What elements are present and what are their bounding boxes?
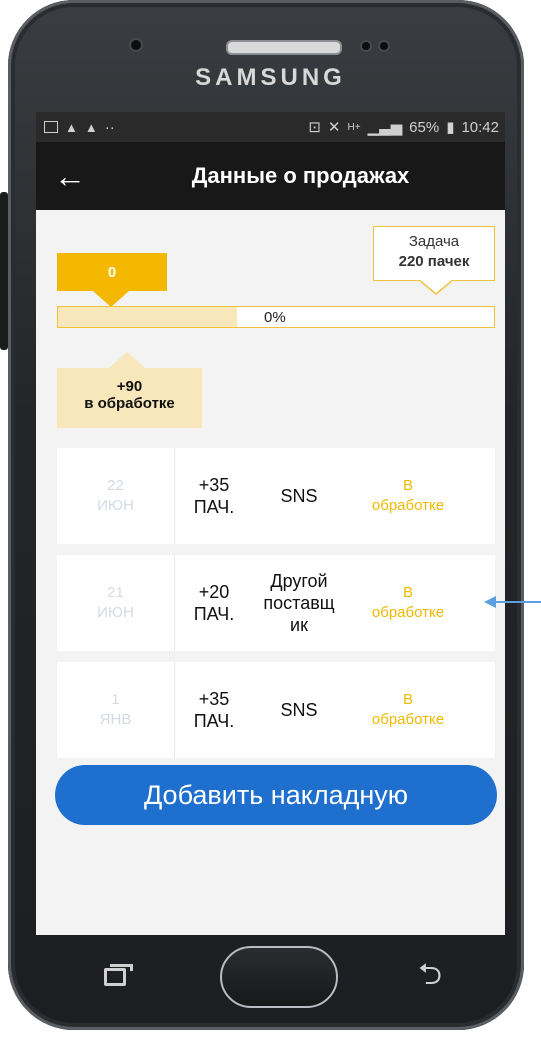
progress-percent: 0% — [264, 309, 286, 326]
amount-cell: +35 ПАЧ. — [179, 474, 249, 518]
more-icon: ·· — [104, 118, 115, 136]
app-bar: ← Данные о продажах — [36, 142, 505, 210]
amount-unit: ПАЧ. — [193, 604, 235, 624]
amount-unit: ПАЧ. — [193, 711, 235, 731]
current-count-flag: 0 — [57, 253, 167, 307]
annotation-arrow — [494, 601, 541, 603]
status-text: В — [402, 584, 413, 601]
cast-icon: ⊡ — [308, 119, 321, 136]
supplier-cell: SNS — [280, 486, 318, 506]
supplier-cell: Другой поставщ ик — [249, 570, 349, 636]
system-icons: ⊡ ✕ H+ ▁▃▅ 65% ▮ 10:42 — [308, 118, 499, 137]
list-item[interactable]: 22 ИЮН +35 ПАЧ. SNS В обработке — [57, 448, 495, 544]
brand-logo: SAMSUNG — [195, 64, 346, 91]
status-text: обработке — [371, 497, 445, 514]
add-invoice-button[interactable]: Добавить накладную — [55, 765, 497, 825]
status-cell: В обработке — [349, 476, 467, 516]
amount-value: +20 — [198, 582, 230, 602]
sales-content: 0 Задача 220 пачек 0% +90 в обработке 22… — [36, 210, 505, 935]
pending-value: +90 — [116, 378, 143, 395]
date-month: ИЮН — [97, 497, 134, 514]
image-icon — [44, 121, 58, 133]
date-month: ЯНВ — [99, 711, 132, 728]
amount-cell: +35 ПАЧ. — [179, 688, 249, 732]
date-day: 1 — [111, 691, 120, 708]
notification-icons: ▲ ▲ ·· — [44, 119, 115, 136]
mute-icon: ✕ — [327, 119, 341, 136]
supplier-text: ик — [290, 615, 308, 635]
pending-box: +90 в обработке — [57, 352, 202, 428]
annotation-arrow-head — [484, 596, 496, 608]
status-text: В — [402, 691, 413, 708]
supplier-text: Другой — [270, 571, 328, 591]
volume-button — [0, 192, 8, 350]
date-cell: 21 ИЮН — [57, 555, 175, 651]
battery-icon: ▮ — [446, 119, 455, 136]
date-day: 21 — [107, 584, 124, 601]
status-cell: В обработке — [349, 690, 467, 730]
amount-cell: +20 ПАЧ. — [179, 581, 249, 625]
date-cell: 22 ИЮН — [57, 448, 175, 544]
list-item[interactable]: 1 ЯНВ +35 ПАЧ. SNS В обработке — [57, 662, 495, 758]
front-camera — [131, 40, 141, 50]
date-day: 22 — [107, 477, 124, 494]
status-text: обработке — [371, 711, 445, 728]
amount-unit: ПАЧ. — [193, 497, 235, 517]
bell-icon: ▲ — [65, 119, 78, 135]
goal-box: Задача 220 пачек — [373, 226, 495, 295]
amount-value: +35 — [198, 689, 230, 709]
list-item[interactable]: 21 ИЮН +20 ПАЧ. Другой поставщ ик В обра… — [57, 555, 495, 651]
goal-value: 220 пачек — [398, 253, 470, 270]
supplier-text: поставщ — [263, 593, 335, 613]
battery-percent: 65% — [409, 118, 440, 136]
bell-icon: ▲ — [84, 119, 98, 135]
page-title: Данные о продажах — [191, 163, 410, 188]
sensor-dot — [380, 42, 388, 50]
network-type: H+ — [347, 121, 361, 133]
progress-bar: 0% — [57, 306, 495, 328]
earpiece-speaker — [226, 40, 342, 55]
status-text: В — [402, 477, 413, 494]
status-bar: ▲ ▲ ·· ⊡ ✕ H+ ▁▃▅ 65% ▮ 10:42 — [36, 112, 505, 142]
date-month: ИЮН — [97, 604, 134, 621]
status-text: обработке — [371, 604, 445, 621]
sensor-dot — [362, 42, 370, 50]
amount-value: +35 — [198, 475, 230, 495]
supplier-cell: SNS — [280, 700, 318, 720]
progress-fill — [58, 307, 237, 327]
clock: 10:42 — [461, 118, 499, 136]
screen: ▲ ▲ ·· ⊡ ✕ H+ ▁▃▅ 65% ▮ 10:42 ← Данные о… — [36, 112, 505, 935]
signal-icon: ▁▃▅ — [367, 119, 403, 136]
back-icon[interactable]: ⮌ — [418, 960, 442, 990]
home-button[interactable] — [220, 946, 338, 1008]
status-cell: В обработке — [349, 583, 467, 623]
date-cell: 1 ЯНВ — [57, 662, 175, 758]
recent-apps-icon[interactable] — [104, 964, 133, 986]
goal-label: Задача — [408, 233, 460, 250]
pending-label: в обработке — [84, 395, 175, 412]
